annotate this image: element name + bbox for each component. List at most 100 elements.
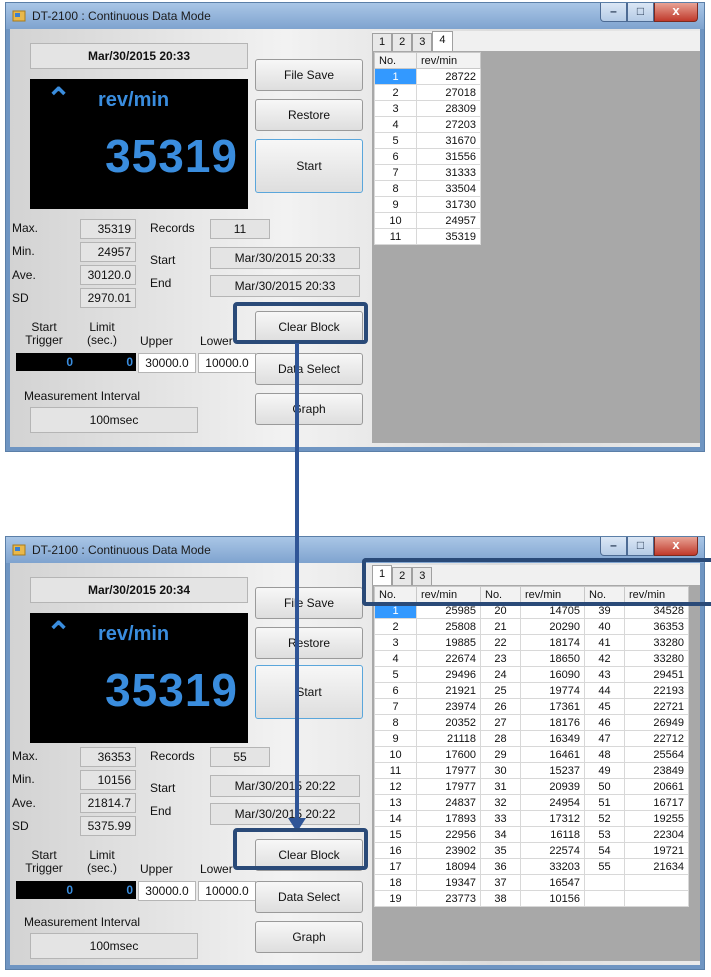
lower-label: Lower <box>200 862 233 876</box>
end-time-label: End <box>150 804 172 818</box>
value-cell: 22574 <box>520 842 585 859</box>
client-area: Mar/30/2015 20:34 ⌃ rev/min 35319 File S… <box>10 563 700 965</box>
limit-label-line2: (sec.) <box>87 333 117 347</box>
row-number-cell: 29 <box>480 746 521 763</box>
table-row[interactable]: 11 17977 30 15237 49 23849 <box>374 762 689 779</box>
close-button[interactable]: x <box>654 537 698 556</box>
tab-1[interactable]: 1 <box>372 33 393 51</box>
row-number-cell: 3 <box>374 634 417 651</box>
data-select-button[interactable]: Data Select <box>255 353 363 385</box>
title-bar[interactable]: DT-2100 : Continuous Data Mode – □ x <box>6 3 704 29</box>
min-value: 10156 <box>80 770 136 790</box>
row-number-cell: 48 <box>584 746 625 763</box>
table-row[interactable]: 3 28309 <box>374 100 481 117</box>
maximize-button[interactable]: □ <box>627 537 654 556</box>
file-save-button[interactable]: File Save <box>255 587 363 619</box>
table-row[interactable]: 9 31730 <box>374 196 481 213</box>
start-button[interactable]: Start <box>255 139 363 193</box>
graph-button[interactable]: Graph <box>255 393 363 425</box>
table-row[interactable]: 11 35319 <box>374 228 481 245</box>
table-row[interactable]: 5 29496 24 16090 43 29451 <box>374 666 689 683</box>
records-value: 55 <box>210 747 270 767</box>
measurement-interval-label: Measurement Interval <box>24 915 141 929</box>
row-number-cell: 10 <box>374 212 417 229</box>
tab-2[interactable]: 2 <box>392 33 413 51</box>
upper-input[interactable]: 30000.0 <box>138 353 196 373</box>
limit-label-line2: (sec.) <box>87 861 117 875</box>
tab-3[interactable]: 3 <box>412 33 433 51</box>
max-label: Max. <box>12 749 39 763</box>
table-row[interactable]: 19 23773 38 10156 <box>374 890 689 907</box>
maximize-button[interactable]: □ <box>627 3 654 22</box>
close-button[interactable]: x <box>654 3 698 22</box>
table-row[interactable]: 5 31670 <box>374 132 481 149</box>
minimize-button[interactable]: – <box>600 537 627 556</box>
end-time-value: Mar/30/2015 20:33 <box>210 275 360 297</box>
column-header[interactable]: No. <box>374 52 417 69</box>
data-select-button[interactable]: Data Select <box>255 881 363 913</box>
value-cell: 17977 <box>416 762 481 779</box>
restore-button[interactable]: Restore <box>255 627 363 659</box>
row-number-cell: 10 <box>374 746 417 763</box>
table-row[interactable]: 8 33504 <box>374 180 481 197</box>
table-row[interactable]: 18 19347 37 16547 <box>374 874 689 891</box>
value-cell: 15237 <box>520 762 585 779</box>
tab-strip: 1234 <box>372 31 700 51</box>
row-number-cell: 41 <box>584 634 625 651</box>
value-cell: 19255 <box>624 810 689 827</box>
start-trigger-label: Start Trigger <box>16 849 72 875</box>
row-number-cell: 8 <box>374 714 417 731</box>
table-row[interactable]: 15 22956 34 16118 53 22304 <box>374 826 689 843</box>
table-row[interactable]: 10 17600 29 16461 48 25564 <box>374 746 689 763</box>
start-button[interactable]: Start <box>255 665 363 719</box>
graph-button[interactable]: Graph <box>255 921 363 953</box>
table-row[interactable]: 14 17893 33 17312 52 19255 <box>374 810 689 827</box>
limit-input[interactable]: 0 <box>76 353 136 371</box>
value-cell: 20352 <box>416 714 481 731</box>
app-icon <box>12 544 26 556</box>
lower-input[interactable]: 10000.0 <box>198 353 256 373</box>
row-number-cell: 25 <box>480 682 521 699</box>
lower-label: Lower <box>200 334 233 348</box>
table-row[interactable]: 1 28722 <box>374 68 481 85</box>
tab-4[interactable]: 4 <box>432 31 453 51</box>
table-row[interactable]: 9 21118 28 16349 47 22712 <box>374 730 689 747</box>
column-header[interactable]: rev/min <box>416 52 481 69</box>
table-row[interactable]: 6 31556 <box>374 148 481 165</box>
table-row[interactable]: 6 21921 25 19774 44 22193 <box>374 682 689 699</box>
upper-input[interactable]: 30000.0 <box>138 881 196 901</box>
table-row[interactable]: 2 27018 <box>374 84 481 101</box>
annotation-arrow-line <box>295 343 299 824</box>
table-row[interactable]: 4 22674 23 18650 42 33280 <box>374 650 689 667</box>
trigger-input[interactable]: 0 <box>16 353 76 371</box>
row-number-cell: 33 <box>480 810 521 827</box>
value-cell: 28722 <box>416 68 481 85</box>
limit-input[interactable]: 0 <box>76 881 136 899</box>
value-cell: 16118 <box>520 826 585 843</box>
minimize-button[interactable]: – <box>600 3 627 22</box>
trigger-input[interactable]: 0 <box>16 881 76 899</box>
row-number-cell: 6 <box>374 682 417 699</box>
start-trigger-label: Start Trigger <box>16 321 72 347</box>
table-row[interactable]: 4 27203 <box>374 116 481 133</box>
table-row[interactable]: 13 24837 32 24954 51 16717 <box>374 794 689 811</box>
lower-input[interactable]: 10000.0 <box>198 881 256 901</box>
value-cell: 22304 <box>624 826 689 843</box>
value-cell: 33280 <box>624 650 689 667</box>
value-cell: 21118 <box>416 730 481 747</box>
table-row[interactable]: 7 23974 26 17361 45 22721 <box>374 698 689 715</box>
table-row[interactable]: 2 25808 21 20290 40 36353 <box>374 618 689 635</box>
table-row[interactable]: 3 19885 22 18174 41 33280 <box>374 634 689 651</box>
file-save-button[interactable]: File Save <box>255 59 363 91</box>
table-row[interactable]: 16 23902 35 22574 54 19721 <box>374 842 689 859</box>
table-row[interactable]: 17 18094 36 33203 55 21634 <box>374 858 689 875</box>
table-row[interactable]: 12 17977 31 20939 50 20661 <box>374 778 689 795</box>
value-cell: 18650 <box>520 650 585 667</box>
table-row[interactable]: 10 24957 <box>374 212 481 229</box>
restore-button[interactable]: Restore <box>255 99 363 131</box>
value-cell: 19721 <box>624 842 689 859</box>
table-row[interactable]: 7 31333 <box>374 164 481 181</box>
row-number-cell: 30 <box>480 762 521 779</box>
row-number-cell: 3 <box>374 100 417 117</box>
table-row[interactable]: 8 20352 27 18176 46 26949 <box>374 714 689 731</box>
